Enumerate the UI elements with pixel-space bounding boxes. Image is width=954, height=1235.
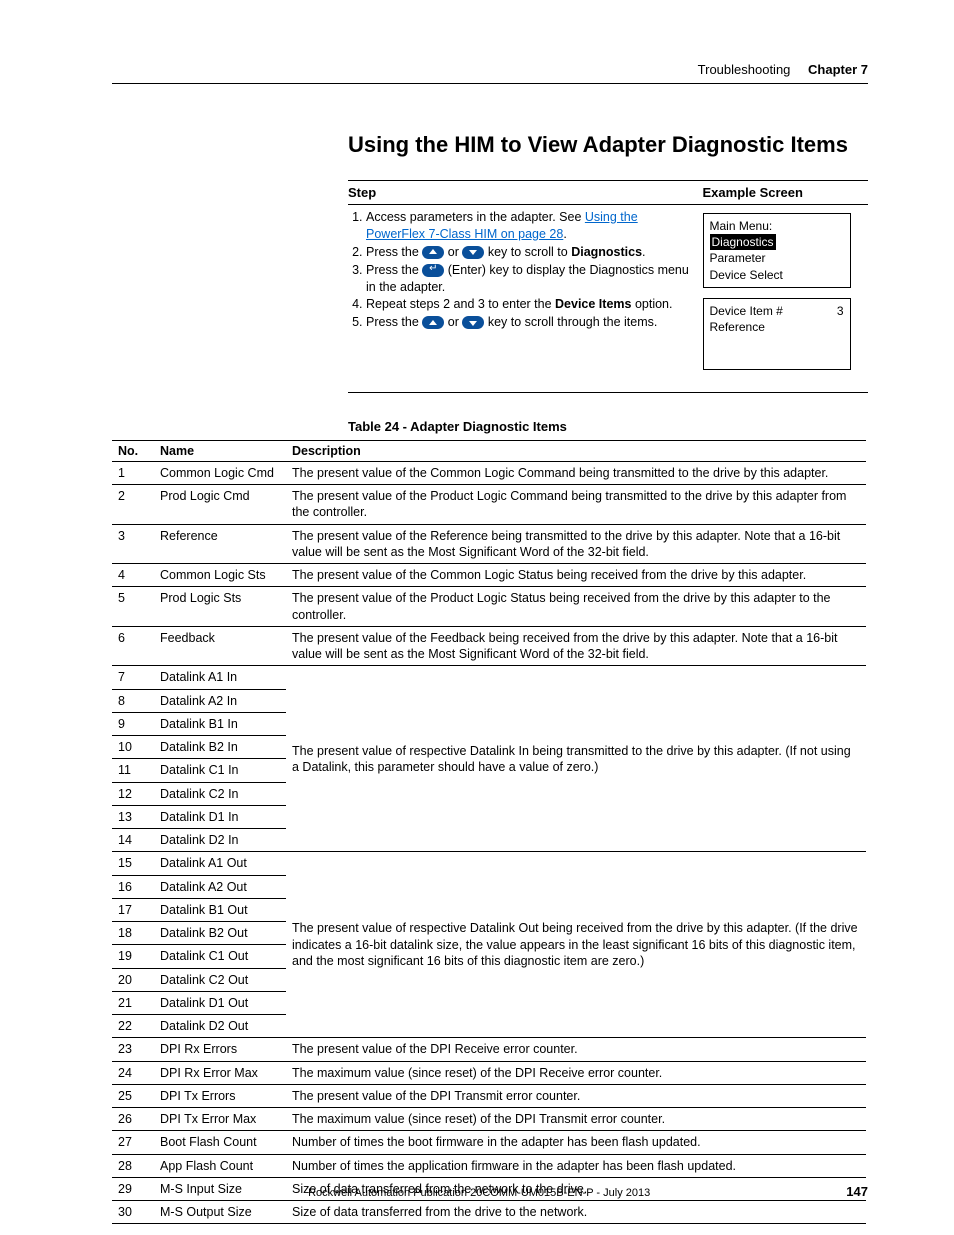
- table-row: 26DPI Tx Error MaxThe maximum value (sin…: [112, 1108, 866, 1131]
- lcd2-label: Device Item #: [710, 303, 783, 319]
- up-arrow-icon: [422, 316, 444, 329]
- table-caption: Table 24 - Adapter Diagnostic Items: [348, 419, 868, 434]
- table-row: 2Prod Logic CmdThe present value of the …: [112, 485, 866, 525]
- down-arrow-icon: [462, 246, 484, 259]
- page-footer: Rockwell Automation Publication 20COMM-U…: [112, 1184, 868, 1199]
- enter-icon: [422, 264, 444, 277]
- table-row: 3ReferenceThe present value of the Refer…: [112, 524, 866, 564]
- lcd1-highlight: Diagnostics: [710, 234, 776, 250]
- step-3: Press the (Enter) key to display the Dia…: [366, 262, 697, 296]
- lcd-screen-2: Device Item # 3 Reference: [703, 298, 851, 370]
- lcd1-line4: Device Select: [710, 267, 844, 283]
- publication-info: Rockwell Automation Publication 20COMM-U…: [112, 1187, 846, 1199]
- lcd2-line2: Reference: [710, 319, 844, 335]
- chapter-label: Chapter 7: [808, 62, 868, 77]
- table-row: 7Datalink A1 InThe present value of resp…: [112, 666, 866, 689]
- table-row: 25DPI Tx ErrorsThe present value of the …: [112, 1084, 866, 1107]
- table-row: 15Datalink A1 OutThe present value of re…: [112, 852, 866, 875]
- step-5: Press the or key to scroll through the i…: [366, 314, 697, 331]
- header-rule: [112, 83, 868, 84]
- example-header: Example Screen: [703, 181, 869, 205]
- table-row: 1Common Logic CmdThe present value of th…: [112, 461, 866, 484]
- steps-cell: Access parameters in the adapter. See Us…: [348, 205, 703, 393]
- group-in-desc: The present value of respective Datalink…: [286, 666, 866, 852]
- table-row: 5Prod Logic StsThe present value of the …: [112, 587, 866, 627]
- step-4: Repeat steps 2 and 3 to enter the Device…: [366, 296, 697, 313]
- lcd-screen-1: Main Menu: Diagnostics Parameter Device …: [703, 213, 851, 288]
- step-header: Step: [348, 181, 703, 205]
- step-table: Step Example Screen Access parameters in…: [348, 180, 868, 393]
- table-row: 24DPI Rx Error MaxThe maximum value (sin…: [112, 1061, 866, 1084]
- lcd1-line1: Main Menu:: [710, 218, 844, 234]
- table-row: 4Common Logic StsThe present value of th…: [112, 564, 866, 587]
- page-number: 147: [846, 1184, 868, 1199]
- table-row: 30M-S Output SizeSize of data transferre…: [112, 1201, 866, 1224]
- running-head: Troubleshooting Chapter 7: [112, 62, 868, 77]
- up-arrow-icon: [422, 246, 444, 259]
- down-arrow-icon: [462, 316, 484, 329]
- example-cell: Main Menu: Diagnostics Parameter Device …: [703, 205, 869, 393]
- table-row: 28App Flash CountNumber of times the app…: [112, 1154, 866, 1177]
- lcd1-line3: Parameter: [710, 250, 844, 266]
- section-name: Troubleshooting: [698, 62, 791, 77]
- step-1: Access parameters in the adapter. See Us…: [366, 209, 697, 243]
- group-out-desc: The present value of respective Datalink…: [286, 852, 866, 1038]
- page-title: Using the HIM to View Adapter Diagnostic…: [348, 132, 868, 158]
- table-row: 6FeedbackThe present value of the Feedba…: [112, 626, 866, 666]
- col-no: No.: [112, 440, 154, 461]
- table-row: 27Boot Flash CountNumber of times the bo…: [112, 1131, 866, 1154]
- lcd2-value: 3: [837, 303, 844, 319]
- diagnostic-table: No. Name Description 1Common Logic CmdTh…: [112, 440, 866, 1225]
- col-desc: Description: [286, 440, 866, 461]
- col-name: Name: [154, 440, 286, 461]
- table-row: 23DPI Rx ErrorsThe present value of the …: [112, 1038, 866, 1061]
- step-2: Press the or key to scroll to Diagnostic…: [366, 244, 697, 261]
